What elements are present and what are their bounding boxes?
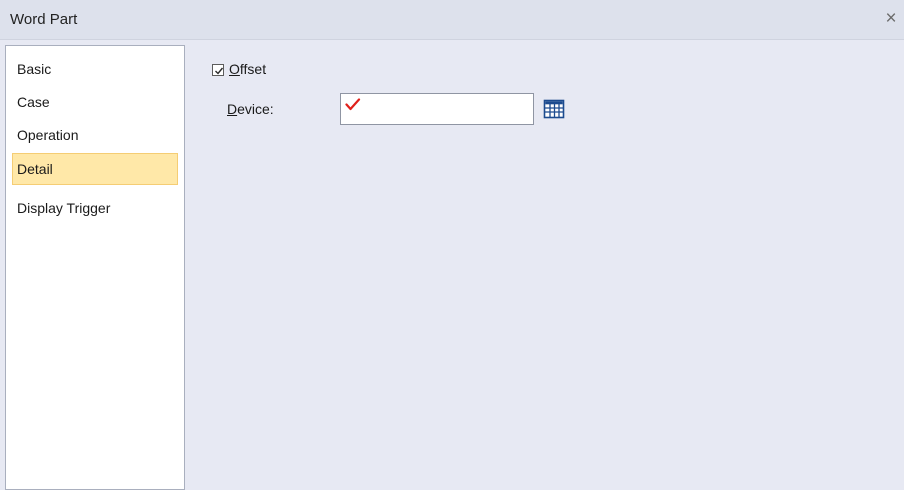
red-checkmark-icon: [345, 98, 361, 111]
offset-checkbox[interactable]: [212, 64, 224, 76]
window-title: Word Part: [10, 11, 78, 28]
sidebar-item-case[interactable]: Case: [12, 86, 178, 118]
device-label-text: evice:: [237, 101, 274, 117]
offset-label[interactable]: Offset: [229, 61, 266, 77]
category-list: Basic Case Operation Detail Display Trig…: [5, 45, 185, 490]
device-label-accelerator: D: [227, 101, 238, 117]
device-picker-grid-icon: [543, 99, 565, 119]
title-bar: Word Part ×: [0, 0, 904, 40]
sidebar-item-display-trigger[interactable]: Display Trigger: [12, 192, 178, 224]
close-button[interactable]: ×: [882, 9, 900, 29]
device-label: Device:: [227, 101, 274, 117]
checkmark-icon: [215, 67, 224, 75]
device-input[interactable]: [340, 93, 534, 125]
offset-label-accelerator: O: [229, 61, 240, 77]
sidebar-item-operation[interactable]: Operation: [12, 119, 178, 151]
sidebar-item-detail[interactable]: Detail: [12, 153, 178, 185]
device-picker-button[interactable]: [542, 97, 566, 121]
sidebar-item-basic[interactable]: Basic: [12, 53, 178, 85]
offset-label-text: ffset: [239, 61, 267, 77]
